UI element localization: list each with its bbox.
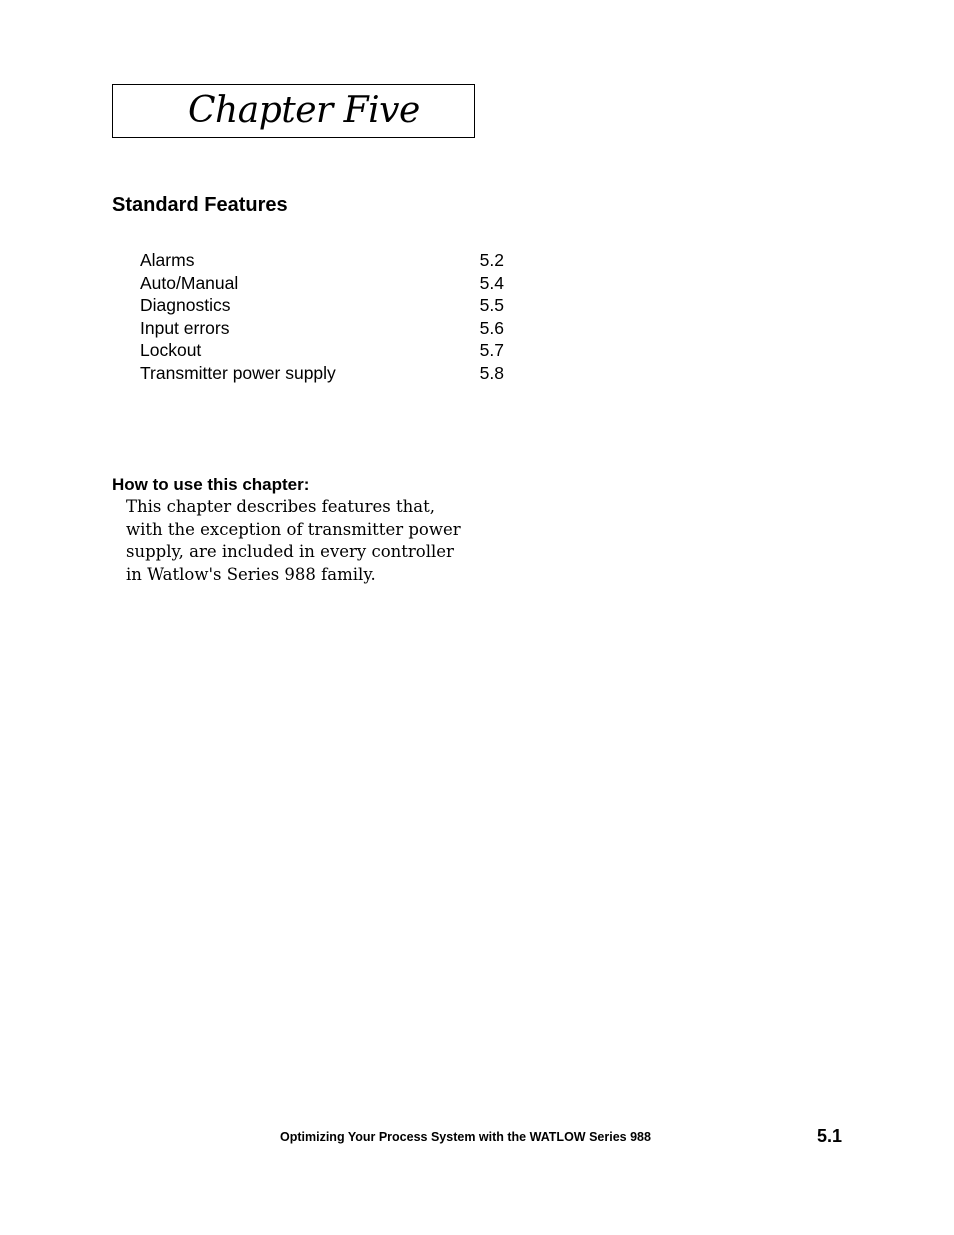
usage-line: with the exception of transmitter power — [126, 519, 461, 539]
chapter-title: Chapter Five — [188, 90, 420, 131]
usage-line: This chapter describes features that, — [126, 497, 435, 516]
toc-item[interactable]: Input errors 5.6 — [140, 317, 504, 340]
toc-item[interactable]: Transmitter power supply 5.8 — [140, 362, 504, 385]
toc-item-page: 5.8 — [479, 362, 504, 383]
toc-item-page: 5.6 — [479, 317, 504, 338]
page-number: 5.1 — [817, 1126, 843, 1146]
footer-title: Optimizing Your Process System with the … — [280, 1130, 651, 1144]
toc-item-page: 5.5 — [479, 295, 504, 315]
toc-item-page: 5.4 — [479, 272, 504, 293]
toc-item-label: Diagnostics — [140, 295, 231, 315]
toc-item[interactable]: Alarms 5.2 — [140, 249, 504, 272]
toc-item-label: Alarms — [140, 250, 195, 270]
toc-item[interactable]: Lockout 5.7 — [140, 339, 504, 362]
toc-item-label: Lockout — [140, 340, 202, 360]
usage-body: This chapter describes features that, wi… — [126, 496, 496, 586]
toc-item-label: Auto/Manual — [140, 272, 239, 293]
toc-item-label: Input errors — [140, 317, 230, 338]
chapter-title-box: Chapter Five — [112, 84, 475, 138]
usage-line: in Watlow's Series 988 family. — [126, 564, 376, 584]
toc-item[interactable]: Diagnostics 5.5 — [140, 294, 504, 317]
usage-heading: How to use this chapter: — [112, 475, 310, 494]
toc-item-page: 5.7 — [479, 340, 504, 360]
usage-line: supply, are included in every controller — [126, 542, 454, 561]
table-of-contents: Alarms 5.2 Auto/Manual 5.4 Diagnostics 5… — [140, 249, 504, 384]
section-heading: Standard Features — [112, 194, 288, 216]
toc-item[interactable]: Auto/Manual 5.4 — [140, 272, 504, 295]
toc-item-label: Transmitter power supply — [140, 362, 336, 383]
toc-item-page: 5.2 — [479, 250, 504, 270]
